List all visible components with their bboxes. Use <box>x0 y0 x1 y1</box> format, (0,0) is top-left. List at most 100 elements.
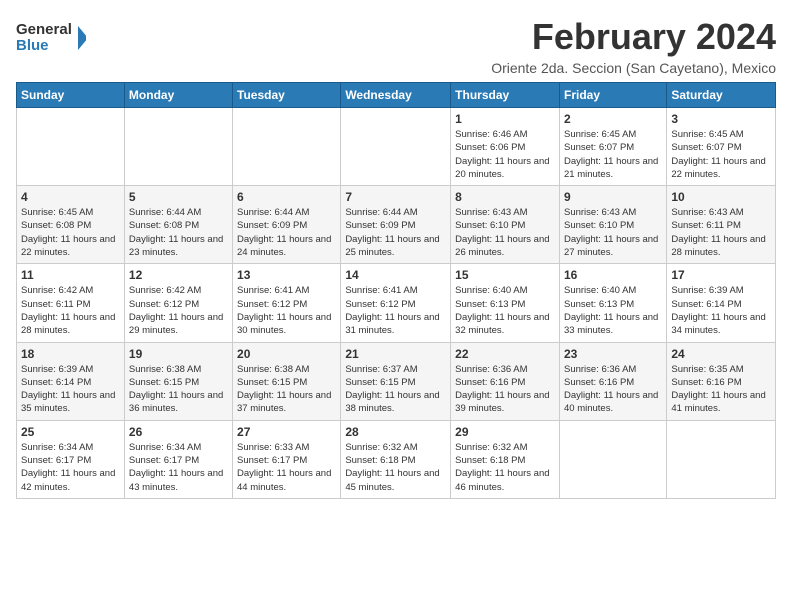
day-number: 10 <box>671 190 771 204</box>
day-number: 5 <box>129 190 228 204</box>
day-number: 9 <box>564 190 662 204</box>
svg-text:General: General <box>16 21 72 38</box>
month-title: February 2024 <box>491 16 776 58</box>
title-block: February 2024 Oriente 2da. Seccion (San … <box>491 16 776 76</box>
calendar-cell: 24 Sunrise: 6:35 AM Sunset: 6:16 PM Dayli… <box>667 342 776 420</box>
calendar-cell: 2 Sunrise: 6:45 AM Sunset: 6:07 PM Daylig… <box>559 108 666 186</box>
logo-svg: General Blue <box>16 16 86 61</box>
header-thursday: Thursday <box>451 83 560 108</box>
calendar-cell: 9 Sunrise: 6:43 AM Sunset: 6:10 PM Daylig… <box>559 186 666 264</box>
calendar-cell: 11 Sunrise: 6:42 AM Sunset: 6:11 PM Dayli… <box>17 264 125 342</box>
calendar-cell <box>341 108 451 186</box>
week-row-2: 4 Sunrise: 6:45 AM Sunset: 6:08 PM Daylig… <box>17 186 776 264</box>
day-info: Sunrise: 6:45 AM Sunset: 6:07 PM Dayligh… <box>564 128 662 181</box>
day-info: Sunrise: 6:38 AM Sunset: 6:15 PM Dayligh… <box>237 363 336 416</box>
week-row-5: 25Sunrise: 6:34 AM Sunset: 6:17 PM Dayli… <box>17 420 776 498</box>
day-number: 26 <box>129 425 228 439</box>
day-number: 11 <box>21 268 120 282</box>
calendar-cell: 7Sunrise: 6:44 AM Sunset: 6:09 PM Daylig… <box>341 186 451 264</box>
calendar-cell: 26 Sunrise: 6:34 AM Sunset: 6:17 PM Dayli… <box>124 420 232 498</box>
calendar-cell: 18 Sunrise: 6:39 AM Sunset: 6:14 PM Dayli… <box>17 342 125 420</box>
day-info: Sunrise: 6:39 AM Sunset: 6:14 PM Dayligh… <box>671 284 771 337</box>
day-info: Sunrise: 6:43 AM Sunset: 6:10 PM Dayligh… <box>564 206 662 259</box>
day-info: Sunrise: 6:45 AM Sunset: 6:07 PM Dayligh… <box>671 128 771 181</box>
day-info: Sunrise: 6:40 AM Sunset: 6:13 PM Dayligh… <box>455 284 555 337</box>
calendar-cell: 15 Sunrise: 6:40 AM Sunset: 6:13 PM Dayli… <box>451 264 560 342</box>
page-container: General Blue February 2024 Oriente 2da. … <box>16 16 776 499</box>
calendar-table: SundayMondayTuesdayWednesdayThursdayFrid… <box>16 82 776 499</box>
calendar-cell <box>559 420 666 498</box>
day-number: 18 <box>21 347 120 361</box>
calendar-cell: 1Sunrise: 6:46 AM Sunset: 6:06 PM Daylig… <box>451 108 560 186</box>
day-info: Sunrise: 6:35 AM Sunset: 6:16 PM Dayligh… <box>671 363 771 416</box>
header-tuesday: Tuesday <box>233 83 341 108</box>
header: General Blue February 2024 Oriente 2da. … <box>16 16 776 76</box>
header-monday: Monday <box>124 83 232 108</box>
day-info: Sunrise: 6:41 AM Sunset: 6:12 PM Dayligh… <box>237 284 336 337</box>
header-wednesday: Wednesday <box>341 83 451 108</box>
header-saturday: Saturday <box>667 83 776 108</box>
day-info: Sunrise: 6:34 AM Sunset: 6:17 PM Dayligh… <box>21 441 120 494</box>
calendar-cell: 19Sunrise: 6:38 AM Sunset: 6:15 PM Dayli… <box>124 342 232 420</box>
header-friday: Friday <box>559 83 666 108</box>
header-sunday: Sunday <box>17 83 125 108</box>
day-number: 14 <box>345 268 446 282</box>
day-info: Sunrise: 6:45 AM Sunset: 6:08 PM Dayligh… <box>21 206 120 259</box>
calendar-cell <box>124 108 232 186</box>
calendar-cell: 29Sunrise: 6:32 AM Sunset: 6:18 PM Dayli… <box>451 420 560 498</box>
calendar-cell: 21Sunrise: 6:37 AM Sunset: 6:15 PM Dayli… <box>341 342 451 420</box>
day-info: Sunrise: 6:36 AM Sunset: 6:16 PM Dayligh… <box>564 363 662 416</box>
calendar-cell: 6Sunrise: 6:44 AM Sunset: 6:09 PM Daylig… <box>233 186 341 264</box>
day-info: Sunrise: 6:40 AM Sunset: 6:13 PM Dayligh… <box>564 284 662 337</box>
calendar-cell: 27 Sunrise: 6:33 AM Sunset: 6:17 PM Dayli… <box>233 420 341 498</box>
location-title: Oriente 2da. Seccion (San Cayetano), Mex… <box>491 60 776 76</box>
week-row-4: 18 Sunrise: 6:39 AM Sunset: 6:14 PM Dayli… <box>17 342 776 420</box>
calendar-cell: 4 Sunrise: 6:45 AM Sunset: 6:08 PM Daylig… <box>17 186 125 264</box>
day-number: 17 <box>671 268 771 282</box>
day-info: Sunrise: 6:33 AM Sunset: 6:17 PM Dayligh… <box>237 441 336 494</box>
calendar-cell: 17 Sunrise: 6:39 AM Sunset: 6:14 PM Dayli… <box>667 264 776 342</box>
header-row: SundayMondayTuesdayWednesdayThursdayFrid… <box>17 83 776 108</box>
calendar-cell: 16 Sunrise: 6:40 AM Sunset: 6:13 PM Dayli… <box>559 264 666 342</box>
week-row-1: 1Sunrise: 6:46 AM Sunset: 6:06 PM Daylig… <box>17 108 776 186</box>
calendar-cell: 25Sunrise: 6:34 AM Sunset: 6:17 PM Dayli… <box>17 420 125 498</box>
day-info: Sunrise: 6:36 AM Sunset: 6:16 PM Dayligh… <box>455 363 555 416</box>
calendar-cell: 10 Sunrise: 6:43 AM Sunset: 6:11 PM Dayli… <box>667 186 776 264</box>
day-number: 24 <box>671 347 771 361</box>
calendar-cell: 22 Sunrise: 6:36 AM Sunset: 6:16 PM Dayli… <box>451 342 560 420</box>
day-number: 8 <box>455 190 555 204</box>
day-number: 4 <box>21 190 120 204</box>
day-info: Sunrise: 6:41 AM Sunset: 6:12 PM Dayligh… <box>345 284 446 337</box>
day-number: 28 <box>345 425 446 439</box>
day-info: Sunrise: 6:32 AM Sunset: 6:18 PM Dayligh… <box>345 441 446 494</box>
day-info: Sunrise: 6:39 AM Sunset: 6:14 PM Dayligh… <box>21 363 120 416</box>
day-info: Sunrise: 6:43 AM Sunset: 6:10 PM Dayligh… <box>455 206 555 259</box>
day-number: 15 <box>455 268 555 282</box>
calendar-cell <box>17 108 125 186</box>
calendar-cell: 12 Sunrise: 6:42 AM Sunset: 6:12 PM Dayli… <box>124 264 232 342</box>
logo: General Blue <box>16 16 86 61</box>
day-info: Sunrise: 6:34 AM Sunset: 6:17 PM Dayligh… <box>129 441 228 494</box>
day-number: 16 <box>564 268 662 282</box>
day-info: Sunrise: 6:43 AM Sunset: 6:11 PM Dayligh… <box>671 206 771 259</box>
svg-text:Blue: Blue <box>16 37 49 54</box>
calendar-cell: 28 Sunrise: 6:32 AM Sunset: 6:18 PM Dayli… <box>341 420 451 498</box>
day-info: Sunrise: 6:42 AM Sunset: 6:12 PM Dayligh… <box>129 284 228 337</box>
day-number: 3 <box>671 112 771 126</box>
day-number: 20 <box>237 347 336 361</box>
calendar-cell: 5Sunrise: 6:44 AM Sunset: 6:08 PM Daylig… <box>124 186 232 264</box>
day-info: Sunrise: 6:42 AM Sunset: 6:11 PM Dayligh… <box>21 284 120 337</box>
day-info: Sunrise: 6:44 AM Sunset: 6:09 PM Dayligh… <box>237 206 336 259</box>
calendar-cell: 23Sunrise: 6:36 AM Sunset: 6:16 PM Dayli… <box>559 342 666 420</box>
day-number: 22 <box>455 347 555 361</box>
day-number: 13 <box>237 268 336 282</box>
day-info: Sunrise: 6:38 AM Sunset: 6:15 PM Dayligh… <box>129 363 228 416</box>
day-number: 27 <box>237 425 336 439</box>
calendar-cell: 20 Sunrise: 6:38 AM Sunset: 6:15 PM Dayli… <box>233 342 341 420</box>
calendar-cell: 14 Sunrise: 6:41 AM Sunset: 6:12 PM Dayli… <box>341 264 451 342</box>
day-number: 2 <box>564 112 662 126</box>
day-number: 1 <box>455 112 555 126</box>
day-number: 12 <box>129 268 228 282</box>
calendar-cell: 3 Sunrise: 6:45 AM Sunset: 6:07 PM Daylig… <box>667 108 776 186</box>
day-info: Sunrise: 6:44 AM Sunset: 6:09 PM Dayligh… <box>345 206 446 259</box>
